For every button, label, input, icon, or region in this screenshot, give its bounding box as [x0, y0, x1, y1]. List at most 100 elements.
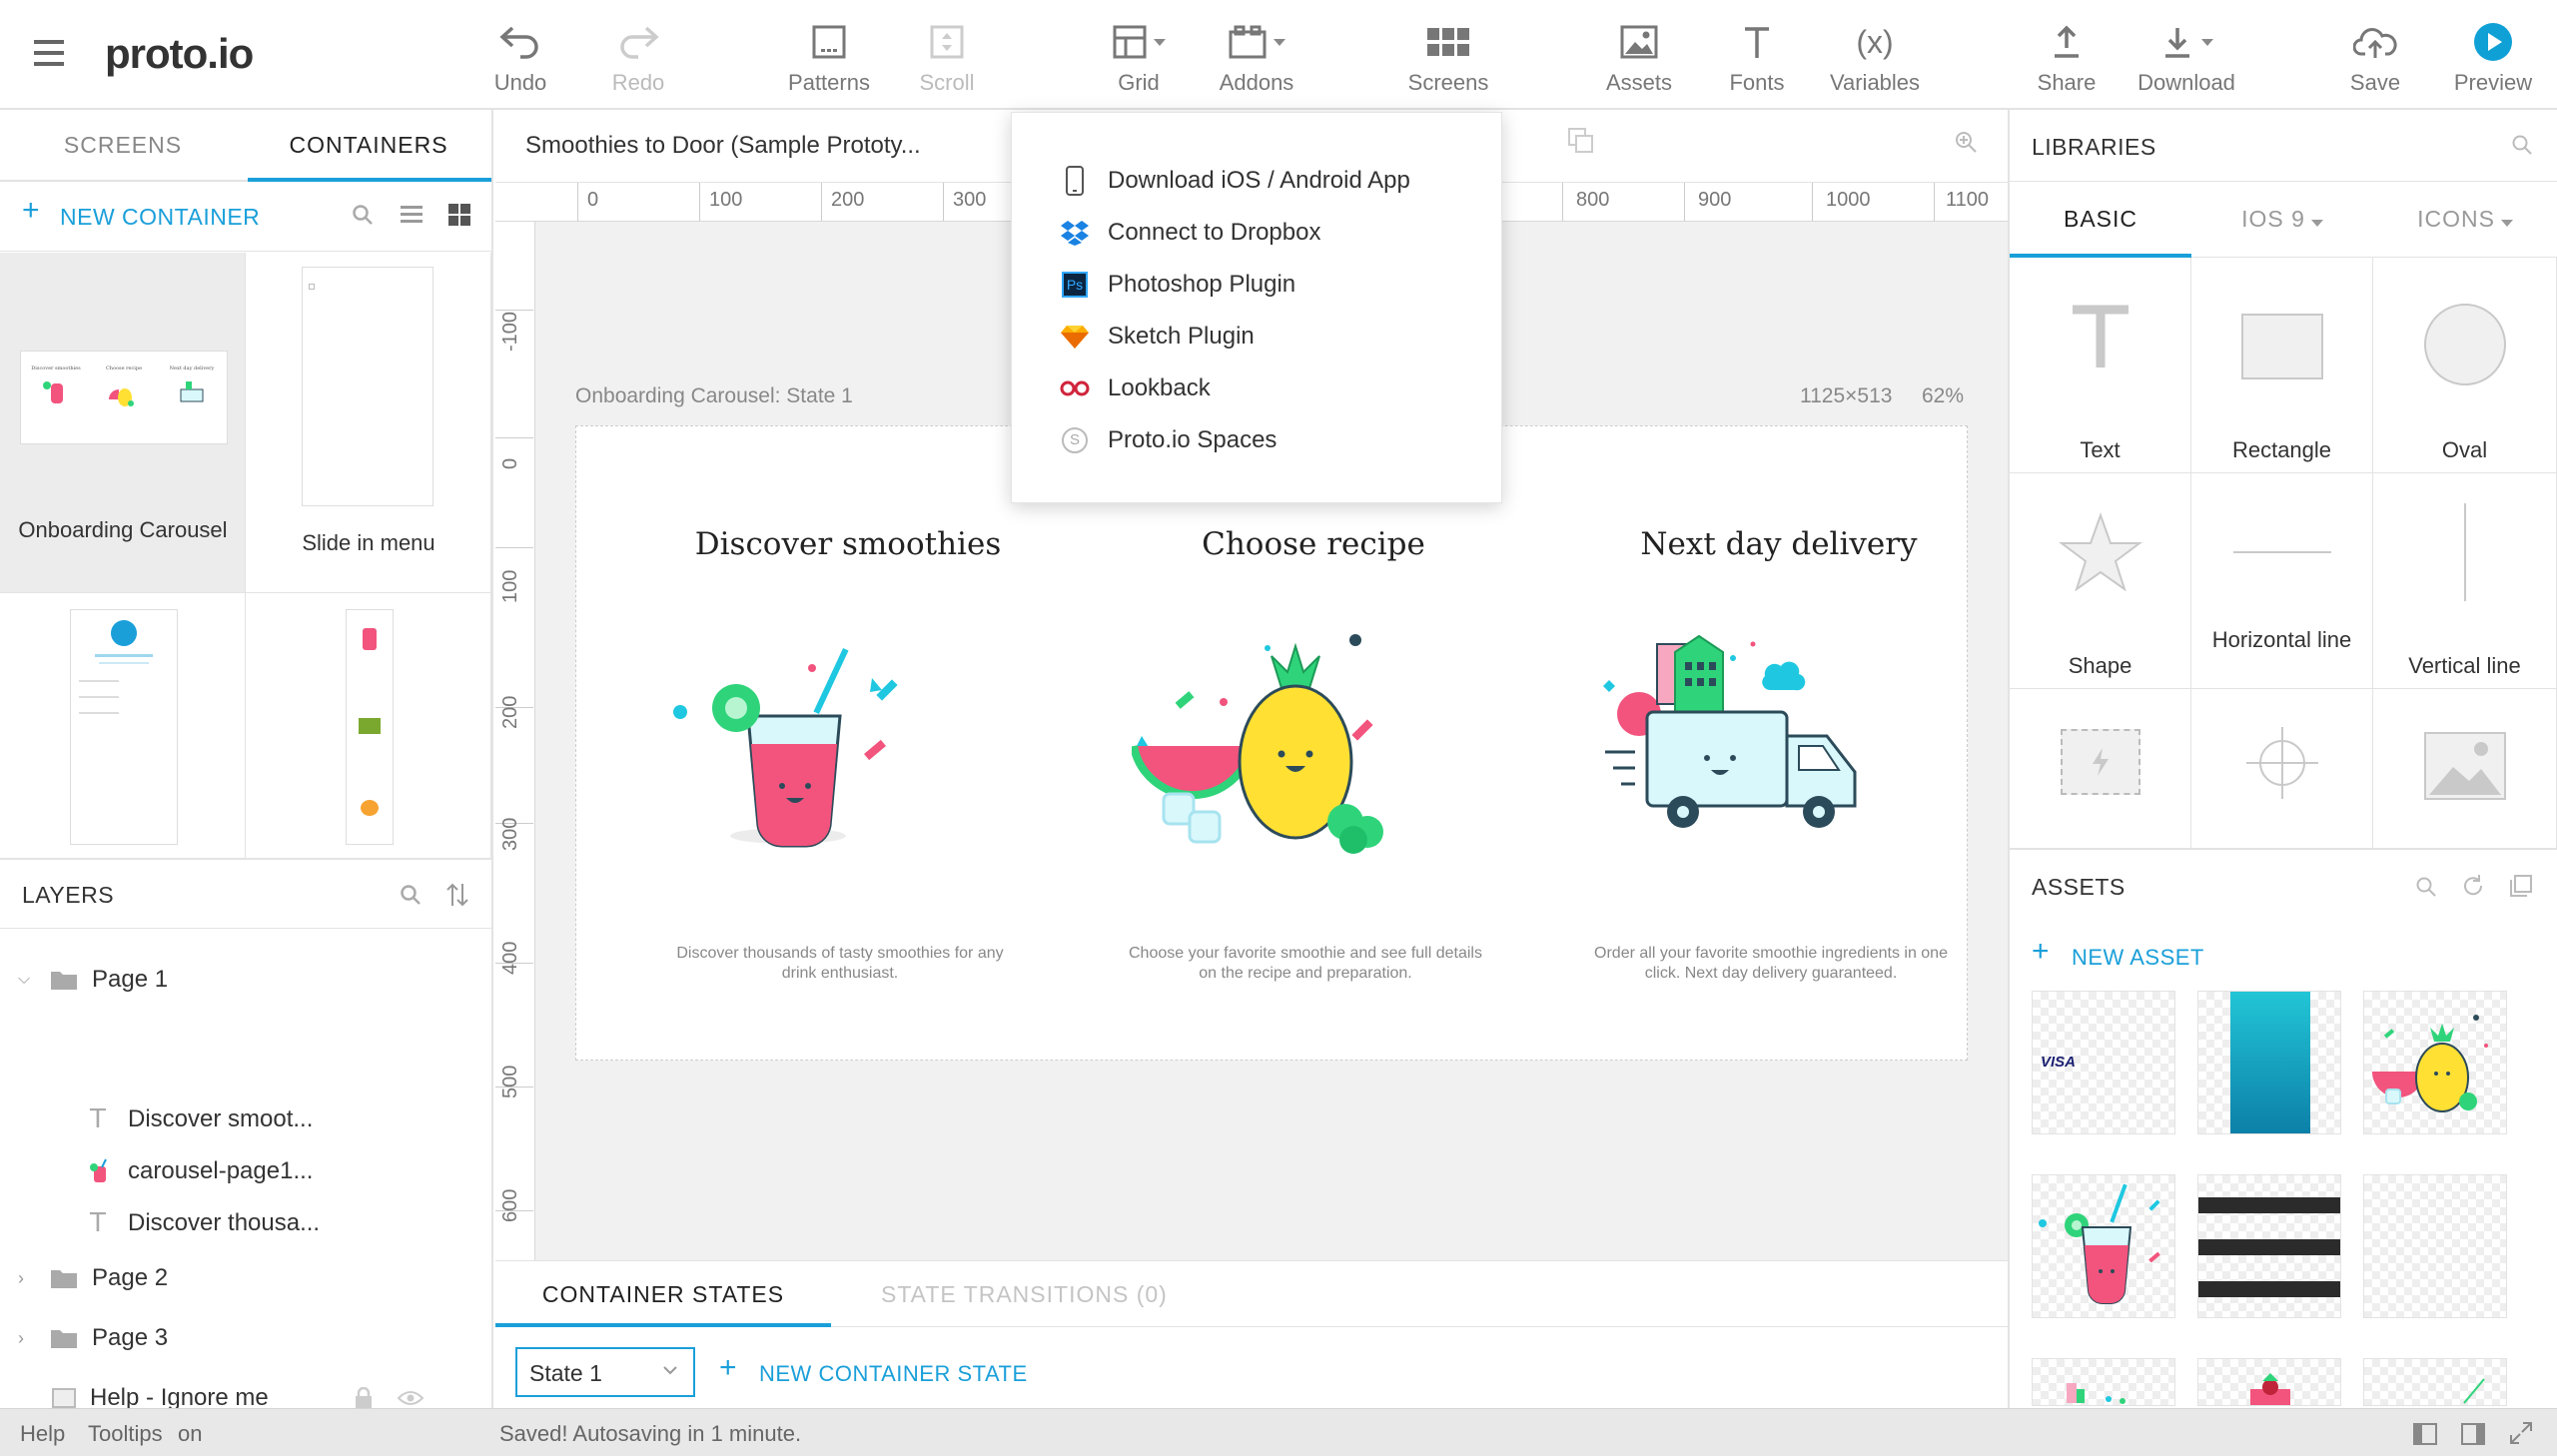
library-item-shape[interactable]: Shape	[2010, 473, 2191, 689]
menu-item-dropbox[interactable]: Connect to Dropbox	[1060, 207, 1320, 259]
new-asset-button[interactable]: NEW ASSET	[2072, 945, 2204, 971]
scroll-button[interactable]: Scroll	[887, 18, 1007, 98]
new-container-state-button[interactable]: NEW CONTAINER STATE	[759, 1361, 1028, 1387]
vertical-line-icon	[2463, 503, 2466, 601]
search-icon[interactable]	[400, 884, 422, 906]
canvas[interactable]: Discover smoothies Choose recipe Next da…	[575, 425, 1968, 1061]
zoom-icon[interactable]	[1954, 130, 1978, 154]
menu-item-photoshop[interactable]: Ps Photoshop Plugin	[1060, 259, 1295, 311]
screens-button[interactable]: Screens	[1388, 18, 1508, 98]
library-item-oval[interactable]: Oval	[2373, 258, 2557, 473]
addons-button[interactable]: Addons	[1197, 18, 1316, 98]
assets-button[interactable]: Assets	[1579, 18, 1699, 98]
container-item-slide-in-menu[interactable]: Slide in menu	[246, 253, 491, 593]
slide-title[interactable]: Discover smoothies	[618, 526, 1078, 562]
asset-hamburger-lines[interactable]	[2197, 1174, 2341, 1318]
variables-button[interactable]: (x) Variables	[1815, 18, 1935, 98]
state-select[interactable]: State 1	[515, 1347, 695, 1397]
chevron-right-icon[interactable]: ›	[18, 1328, 38, 1349]
grid-button[interactable]: Grid	[1079, 18, 1199, 98]
menu-item-download-app[interactable]: Download iOS / Android App	[1060, 155, 1410, 207]
list-view-icon[interactable]	[401, 205, 423, 225]
container-item-list[interactable]	[246, 593, 491, 859]
library-item-hotspot[interactable]	[2010, 689, 2191, 849]
tab-containers[interactable]: CONTAINERS	[246, 132, 491, 159]
tab-icons[interactable]: ICONS	[2373, 206, 2557, 233]
copy-icon[interactable]	[2509, 874, 2533, 898]
menu-item-sketch[interactable]: Sketch Plugin	[1060, 311, 1255, 363]
fonts-button[interactable]: Fonts	[1697, 18, 1817, 98]
menu-item-spaces[interactable]: S Proto.io Spaces	[1060, 414, 1277, 466]
toggle-right-panel-icon[interactable]	[2461, 1423, 2485, 1445]
tab-container-states[interactable]: CONTAINER STATES	[495, 1281, 831, 1308]
search-icon[interactable]	[2511, 134, 2533, 156]
container-label: Slide in menu	[302, 530, 435, 555]
redo-button[interactable]: Redo	[578, 18, 698, 98]
sort-icon[interactable]	[445, 882, 469, 908]
slide-description[interactable]: Discover thousands of tasty smoothies fo…	[660, 944, 1020, 984]
library-item-text[interactable]: Text	[2010, 258, 2191, 473]
asset-berry-drink[interactable]	[2197, 1358, 2341, 1406]
library-item-rectangle[interactable]: Rectangle	[2191, 258, 2373, 473]
library-item-vertical-line[interactable]: Vertical line	[2373, 473, 2557, 689]
save-button[interactable]: Save	[2315, 18, 2435, 98]
download-button[interactable]: Download	[2126, 18, 2247, 98]
tab-screens[interactable]: SCREENS	[0, 132, 246, 159]
container-item-profile[interactable]	[0, 593, 246, 859]
hamburger-menu-icon[interactable]	[34, 40, 64, 66]
help-link[interactable]: Help	[20, 1421, 65, 1447]
slide-title[interactable]: Choose recipe	[1084, 526, 1543, 562]
layer-row[interactable]: ⌵ Page 1	[0, 954, 489, 1006]
pineapple-illustration[interactable]	[1132, 626, 1411, 856]
menu-item-lookback[interactable]: Lookback	[1060, 363, 1211, 414]
asset-blank[interactable]	[2363, 1174, 2507, 1318]
library-item-horizontal-line[interactable]: Horizontal line	[2191, 473, 2373, 689]
library-item-image[interactable]	[2373, 689, 2557, 849]
slide-description[interactable]: Order all your favorite smoothie ingredi…	[1591, 944, 1951, 984]
logo[interactable]: proto.io	[105, 30, 254, 78]
asset-truck[interactable]	[2032, 1358, 2175, 1406]
chevron-down-icon[interactable]: ⌵	[18, 971, 38, 989]
tab-basic[interactable]: BASIC	[2010, 206, 2191, 233]
asset-gradient[interactable]	[2197, 991, 2341, 1134]
share-button[interactable]: Share	[2007, 18, 2127, 98]
search-icon[interactable]	[352, 204, 374, 226]
duplicate-icon[interactable]	[1566, 126, 1596, 156]
chevron-right-icon[interactable]: ›	[18, 1268, 38, 1289]
preview-button[interactable]: Preview	[2433, 18, 2553, 98]
asset-pineapple[interactable]	[2363, 991, 2507, 1134]
undo-button[interactable]: Undo	[460, 18, 580, 98]
spaces-icon: S	[1060, 425, 1090, 455]
redo-icon	[616, 18, 660, 66]
ruler-label: -100	[499, 311, 521, 352]
tooltips-toggle[interactable]: on	[178, 1421, 202, 1447]
layer-row[interactable]: › Page 2	[0, 1252, 489, 1304]
new-container-button[interactable]: NEW CONTAINER	[60, 204, 260, 231]
eye-icon[interactable]	[398, 1389, 424, 1407]
search-icon[interactable]	[2415, 876, 2437, 898]
tab-ios9[interactable]: IOS 9	[2191, 206, 2373, 233]
refresh-icon[interactable]	[2461, 874, 2485, 898]
expand-icon[interactable]	[2509, 1421, 2533, 1445]
asset-leaf[interactable]	[2363, 1358, 2507, 1406]
asset-visa-card[interactable]: VISA	[2032, 991, 2175, 1134]
lock-icon[interactable]	[354, 1387, 374, 1409]
slide-title[interactable]: Next day delivery	[1549, 526, 2009, 562]
delivery-truck-illustration[interactable]	[1595, 632, 1885, 842]
asset-smoothie[interactable]	[2032, 1174, 2175, 1318]
layer-row[interactable]: carousel-page1...	[0, 1145, 489, 1197]
tab-state-transitions[interactable]: STATE TRANSITIONS (0)	[881, 1281, 1168, 1308]
layer-row[interactable]: › Page 3	[0, 1312, 489, 1364]
layer-row[interactable]: T Discover thousa...	[0, 1197, 489, 1249]
grid-view-icon[interactable]	[448, 204, 470, 226]
layer-row[interactable]: T Discover smoot...	[0, 1093, 489, 1145]
toggle-left-panel-icon[interactable]	[2413, 1423, 2437, 1445]
smoothie-illustration[interactable]	[668, 626, 938, 856]
share-label: Share	[2037, 70, 2097, 95]
container-item-onboarding[interactable]: Discover smoothies Choose recipe Next da…	[0, 253, 246, 593]
library-item-crosshair[interactable]	[2191, 689, 2373, 849]
right-panel: LIBRARIES BASIC IOS 9 ICONS Text Rectang…	[2008, 110, 2557, 1408]
slide-description[interactable]: Choose your favorite smoothie and see fu…	[1126, 944, 1485, 984]
patterns-button[interactable]: Patterns	[769, 18, 889, 98]
document-title[interactable]: Smoothies to Door (Sample Prototy...	[525, 132, 921, 160]
